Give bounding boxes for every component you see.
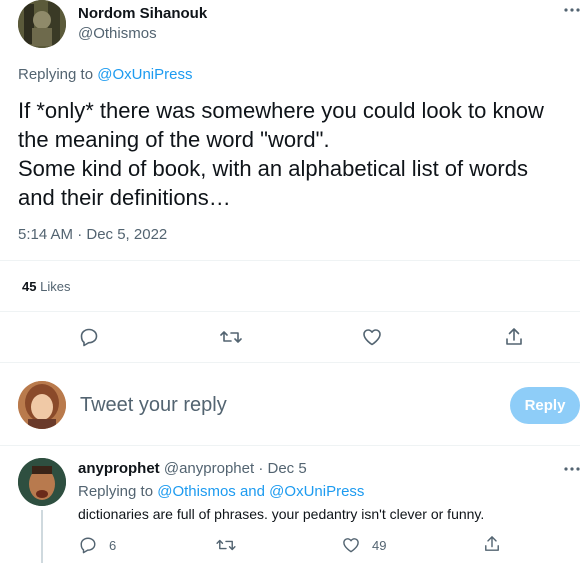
reply-replying-to: Replying to @Othismos and @OxUniPress (78, 483, 364, 500)
author-avatar[interactable] (18, 0, 66, 48)
reply-header: anyprophet @anyprophet · Dec 5 (78, 460, 307, 477)
like-count: 49 (372, 538, 387, 553)
divider (0, 260, 580, 261)
likes-count: 45 (22, 279, 37, 294)
divider (0, 311, 580, 312)
user-avatar-image (18, 381, 66, 429)
reply-count: 6 (109, 538, 117, 553)
reply-icon[interactable] (79, 327, 99, 347)
reply-button[interactable]: Reply (510, 387, 580, 424)
tweet-text-line: If *only* there was somewhere you could … (18, 98, 544, 123)
tweet-text-line: and their definitions… (18, 185, 231, 210)
reply-author-avatar[interactable] (18, 458, 66, 506)
retweet-icon[interactable] (216, 537, 236, 553)
reply-text: dictionaries are full of phrases. your p… (78, 506, 485, 522)
share-icon[interactable] (484, 535, 500, 553)
replying-to-prefix: Replying to (18, 66, 98, 83)
share-icon[interactable] (505, 327, 523, 347)
retweet-icon[interactable] (220, 328, 242, 346)
likes-label: Likes (40, 279, 71, 294)
user-avatar[interactable] (18, 381, 66, 429)
author-name[interactable]: Nordom Sihanouk (78, 5, 207, 22)
tweet-text-line: Some kind of book, with an alphabetical … (18, 156, 528, 181)
reply-icon[interactable] (79, 536, 97, 554)
author-handle[interactable]: @Othismos (78, 25, 157, 42)
replying-to-link[interactable]: @Othismos (157, 483, 236, 500)
like-icon[interactable] (362, 328, 382, 346)
reply-author-handle[interactable]: @anyprophet (164, 460, 254, 477)
tweet-timestamp[interactable]: 5:14 AM · Dec 5, 2022 (18, 226, 167, 243)
likes-stat[interactable]: 45 Likes (22, 279, 70, 294)
reply-author-avatar-image (18, 458, 66, 506)
like-icon[interactable] (342, 537, 360, 553)
replying-to-and: and (235, 483, 270, 500)
reply-replying-prefix: Replying to (78, 483, 158, 500)
replying-to-link[interactable]: @OxUniPress (269, 483, 364, 500)
tweet-text: If *only* there was somewhere you could … (18, 96, 578, 212)
reply-date[interactable]: · Dec 5 (258, 460, 306, 477)
replying-to: Replying to @OxUniPress (18, 66, 192, 83)
replying-to-link[interactable]: @OxUniPress (97, 66, 192, 83)
reply-author-name[interactable]: anyprophet (78, 460, 160, 477)
more-dots-icon[interactable] (564, 466, 580, 472)
reply-input[interactable]: Tweet your reply (80, 394, 500, 417)
more-dots-icon[interactable] (564, 7, 580, 13)
divider (0, 445, 580, 446)
thread-line (41, 510, 43, 563)
divider (0, 362, 580, 363)
author-avatar-image (18, 0, 66, 48)
tweet-text-line: the meaning of the word "word". (18, 127, 330, 152)
